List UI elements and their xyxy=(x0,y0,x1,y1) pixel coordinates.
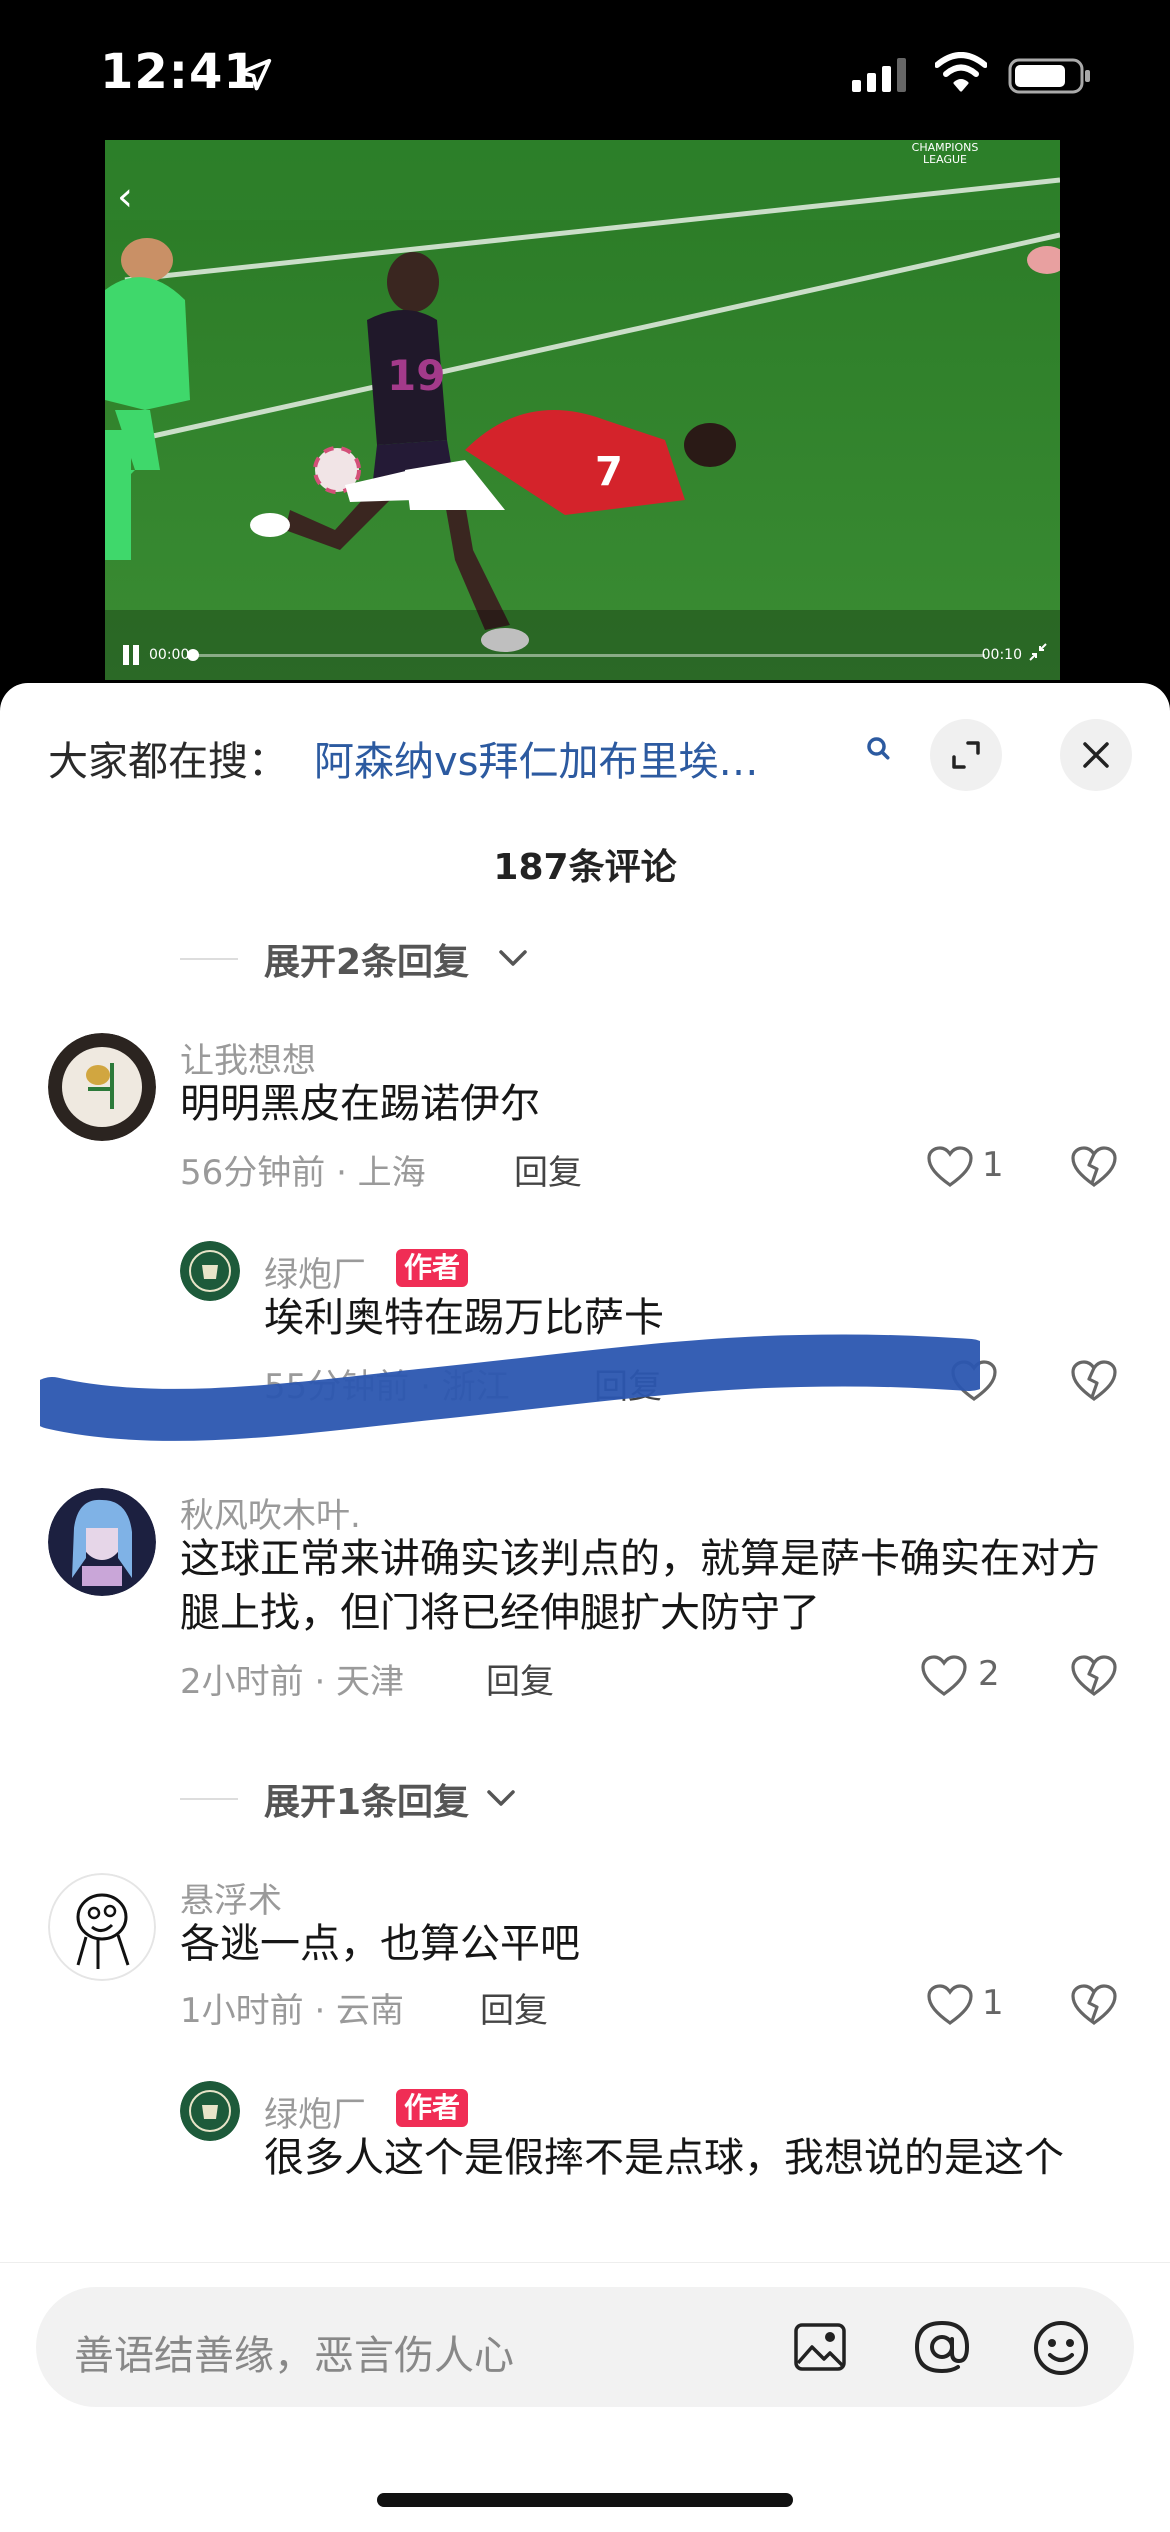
trending-search-row[interactable]: 大家都在搜： 阿森纳vs拜仁加布里埃… xyxy=(0,683,1170,823)
comment-text: 很多人这个是假摔不是点球，我想说的是这个 xyxy=(264,2135,1064,2181)
duration: 00:10 xyxy=(981,647,1022,663)
expand-icon xyxy=(952,741,980,769)
close-button[interactable] xyxy=(1060,719,1132,791)
video-player[interactable]: 19 7 ‹ CHAMPIONS LEAGUE 00:00 00:10 xyxy=(105,140,1060,680)
comment-text: 这球正常来讲确实该判点的，就算是萨卡确实在对方腿上找，但门将已经伸腿扩大防守了 xyxy=(180,1536,1100,1636)
comment-username[interactable]: 绿炮厂 xyxy=(264,2087,366,2136)
video-progress-bar[interactable] xyxy=(187,649,985,661)
chevron-down-icon xyxy=(499,950,527,966)
emoji-icon[interactable] xyxy=(1032,2319,1090,2377)
reply-item: 绿炮厂 作者 很多人这个是假摔不是点球，我想说的是这个 xyxy=(0,2081,1170,2281)
battery-icon xyxy=(1008,58,1090,94)
comment-input[interactable]: 善语结善缘，恶言伤人心 xyxy=(36,2287,1134,2407)
status-time: 12:41 xyxy=(100,44,258,100)
comment-input-placeholder: 善语结善缘，恶言伤人心 xyxy=(74,2333,514,2379)
home-indicator xyxy=(377,2493,793,2507)
current-time: 00:00 xyxy=(149,647,190,663)
comment-text: 明明黑皮在踢诺伊尔 xyxy=(180,1081,540,1127)
svg-text:19: 19 xyxy=(387,351,445,400)
comment-meta: 2小时前 · 天津 xyxy=(180,1662,405,1702)
location-arrow-icon xyxy=(238,58,272,91)
heart-icon[interactable] xyxy=(926,1145,974,1189)
search-icon[interactable] xyxy=(864,734,894,764)
avatar[interactable] xyxy=(180,2081,240,2141)
reply-button[interactable]: 回复 xyxy=(486,1654,554,1703)
divider-line xyxy=(180,1798,238,1800)
champions-league-logo: CHAMPIONS LEAGUE xyxy=(911,141,979,166)
like-count: 1 xyxy=(982,1983,1004,2023)
progress-knob[interactable] xyxy=(187,649,199,661)
mention-at-icon[interactable] xyxy=(912,2317,972,2377)
trending-search-query[interactable]: 阿森纳vs拜仁加布里埃… xyxy=(314,729,759,787)
reply-button[interactable]: 回复 xyxy=(480,1983,548,2032)
comment-input-bar: 善语结善缘，恶言伤人心 xyxy=(0,2262,1170,2532)
broken-heart-icon[interactable] xyxy=(1070,1983,1118,2027)
comment-meta: 56分钟前 · 上海 xyxy=(180,1153,426,1193)
broken-heart-icon[interactable] xyxy=(1070,1359,1118,1403)
comment-text: 各逃一点，也算公平吧 xyxy=(180,1921,580,1967)
video-frame: 19 7 xyxy=(105,140,1060,680)
close-icon xyxy=(1083,742,1109,768)
avatar[interactable] xyxy=(48,1033,156,1141)
like-count: 1 xyxy=(982,1145,1004,1185)
heart-icon[interactable] xyxy=(926,1983,974,2027)
comment-item: 悬浮术 各逃一点，也算公平吧 1小时前 · 云南 回复 1 xyxy=(0,1873,1170,2073)
comment-username[interactable]: 秋风吹木叶. xyxy=(180,1488,361,1537)
exit-fullscreen-icon[interactable] xyxy=(1026,640,1050,664)
heart-icon[interactable] xyxy=(920,1654,968,1698)
comment-item: 让我想想 明明黑皮在踢诺伊尔 56分钟前 · 上海 回复 1 xyxy=(0,1033,1170,1233)
comment-username[interactable]: 绿炮厂 xyxy=(264,1247,366,1296)
comment-sheet: 大家都在搜： 阿森纳vs拜仁加布里埃… 187条评论 展开2条回复 让我想想 明… xyxy=(0,683,1170,2532)
cellular-signal-icon xyxy=(852,58,906,92)
expand-replies-label: 展开2条回复 xyxy=(264,942,470,983)
comment-meta: 1小时前 · 云南 xyxy=(180,1991,405,2031)
trending-search-prefix: 大家都在搜： xyxy=(48,739,288,785)
broken-heart-icon[interactable] xyxy=(1070,1145,1118,1189)
avatar[interactable] xyxy=(48,1873,156,1981)
chevron-down-icon xyxy=(487,1790,515,1806)
avatar[interactable] xyxy=(180,1241,240,1301)
status-bar: 12:41 xyxy=(0,0,1170,140)
pause-icon[interactable] xyxy=(121,645,141,665)
comment-username[interactable]: 让我想想 xyxy=(180,1033,316,1082)
blue-scribble-mark xyxy=(40,1334,980,1441)
like-count: 2 xyxy=(978,1654,1000,1694)
svg-text:7: 7 xyxy=(595,449,623,495)
author-badge: 作者 xyxy=(396,2089,469,2127)
image-icon[interactable] xyxy=(792,2319,848,2375)
divider-line xyxy=(180,958,238,960)
comment-count: 187条评论 xyxy=(493,847,677,888)
reply-button[interactable]: 回复 xyxy=(514,1145,582,1194)
broken-heart-icon[interactable] xyxy=(1070,1654,1118,1698)
comment-item: 秋风吹木叶. 这球正常来讲确实该判点的，就算是萨卡确实在对方腿上找，但门将已经伸… xyxy=(0,1488,1170,1748)
video-back-button[interactable]: ‹ xyxy=(117,174,133,220)
author-badge: 作者 xyxy=(396,1249,469,1287)
expand-replies-label: 展开1条回复 xyxy=(264,1782,470,1823)
comment-username[interactable]: 悬浮术 xyxy=(180,1873,282,1922)
avatar[interactable] xyxy=(48,1488,156,1596)
expand-button[interactable] xyxy=(930,719,1002,791)
wifi-icon xyxy=(935,52,987,92)
